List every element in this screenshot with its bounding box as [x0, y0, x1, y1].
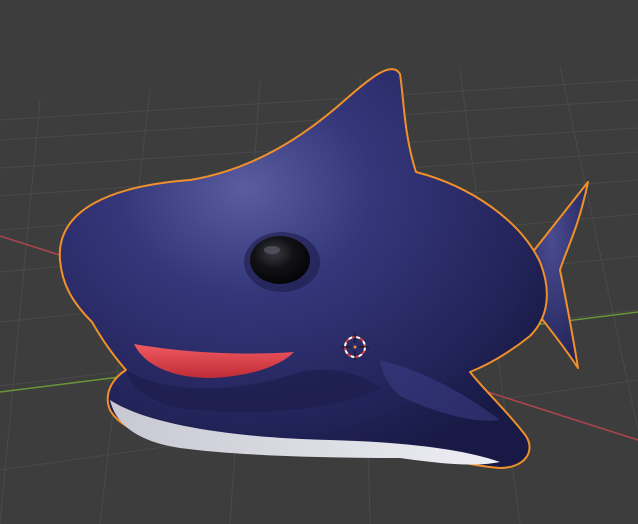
viewport-canvas[interactable]: [0, 0, 638, 524]
3d-viewport[interactable]: [0, 0, 638, 524]
shark-eye: [250, 236, 310, 284]
eye-highlight: [264, 246, 280, 254]
shark-model[interactable]: [58, 68, 589, 469]
